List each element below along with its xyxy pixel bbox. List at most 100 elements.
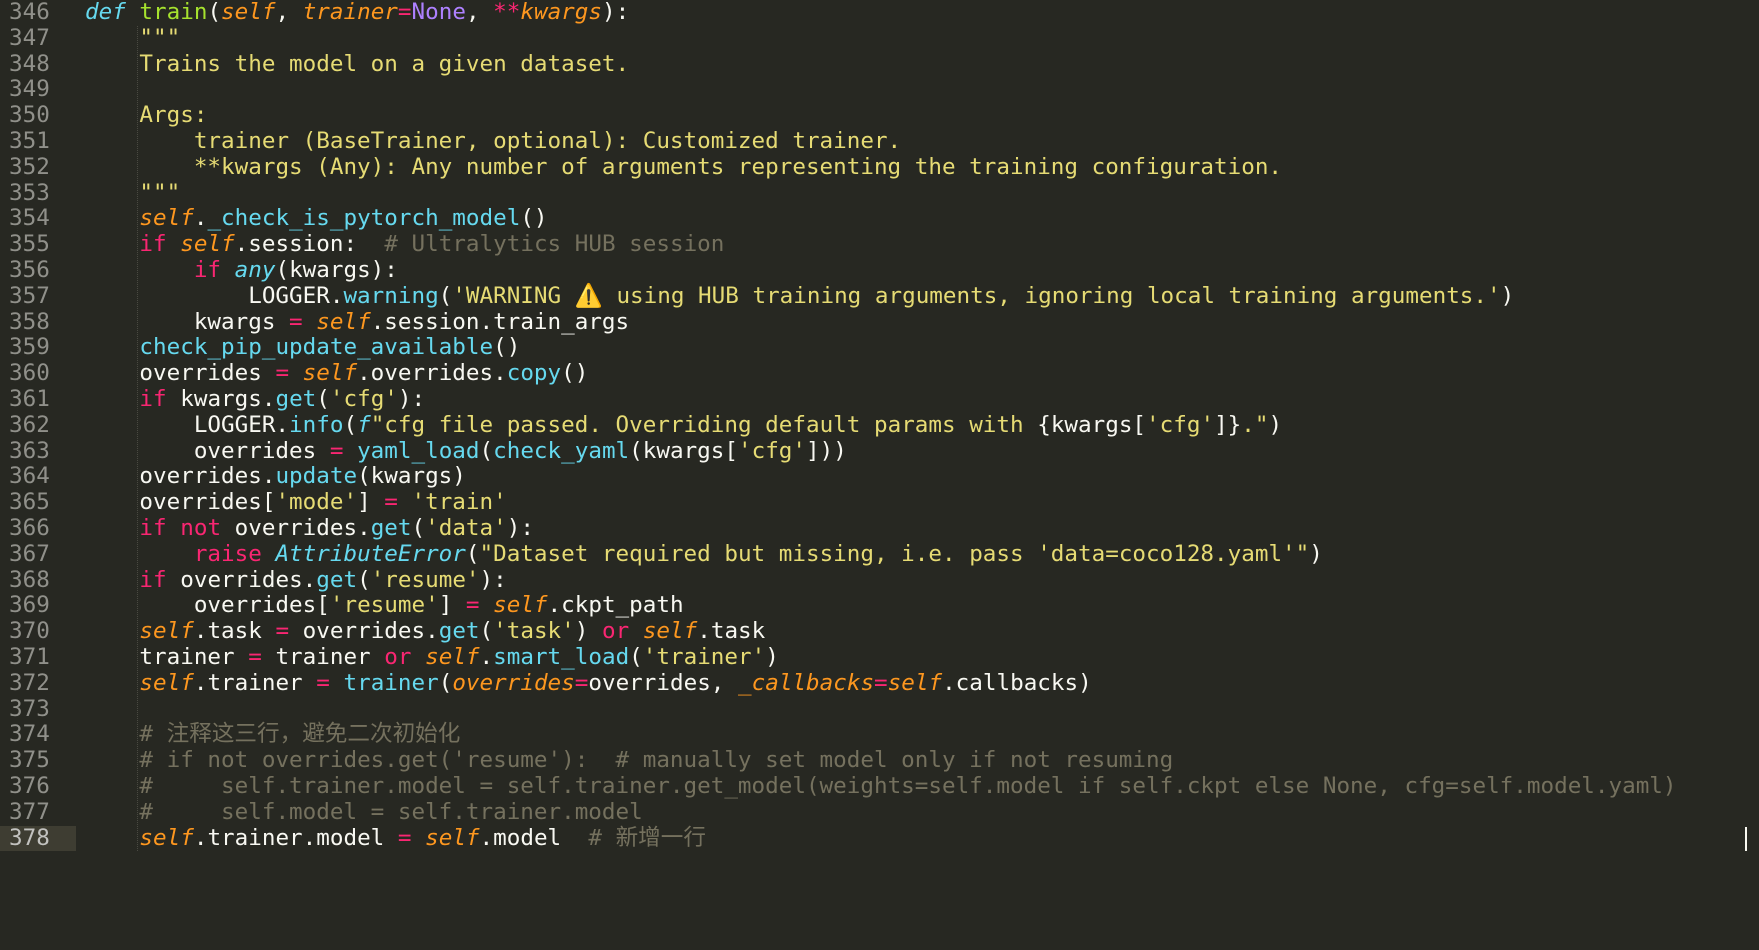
code-line[interactable] bbox=[85, 697, 1759, 723]
code-line[interactable]: trainer (BaseTrainer, optional): Customi… bbox=[85, 128, 1759, 155]
code-line[interactable]: if self.session: # Ultralytics HUB sessi… bbox=[85, 231, 1759, 258]
code-line[interactable]: overrides = yaml_load(check_yaml(kwargs[… bbox=[85, 437, 1759, 465]
code-token: . bbox=[479, 644, 494, 670]
code-token: trainer (BaseTrainer, optional): Customi… bbox=[193, 128, 902, 154]
code-line[interactable]: **kwargs (Any): Any number of arguments … bbox=[85, 154, 1759, 181]
code-token: # self.model = self.trainer.model bbox=[139, 798, 643, 825]
code-token: LOGGER. bbox=[85, 282, 344, 309]
line-number: 375 bbox=[9, 747, 50, 774]
code-line[interactable] bbox=[85, 77, 1759, 103]
code-line[interactable]: # 注释这三行，避免二次初始化 bbox=[85, 721, 1759, 748]
code-token: """ bbox=[139, 179, 181, 206]
code-token: .ckpt_path bbox=[547, 592, 684, 619]
code-line[interactable]: Args: bbox=[85, 102, 1759, 129]
code-token: overrides bbox=[85, 360, 276, 387]
code-text-area[interactable]: def train(self, trainer=None, **kwargs):… bbox=[85, 0, 1759, 950]
code-line[interactable]: LOGGER.warning('WARNING ⚠️ using HUB tra… bbox=[85, 282, 1759, 310]
line-number: 371 bbox=[9, 644, 50, 670]
code-token: check_pip_update_available bbox=[139, 334, 494, 361]
code-token: 'cfg' bbox=[1146, 411, 1215, 438]
code-token: check_yaml bbox=[493, 437, 630, 464]
code-token: # self.trainer.model = self.trainer.get_… bbox=[139, 773, 1677, 799]
code-token: (kwargs) bbox=[357, 463, 466, 490]
code-token: get bbox=[316, 566, 358, 593]
line-number: 353 bbox=[9, 179, 50, 206]
code-token: .overrides. bbox=[357, 360, 507, 387]
line-number: 347 bbox=[9, 24, 50, 51]
code-line[interactable]: overrides['resume'] = self.ckpt_path bbox=[85, 592, 1759, 619]
code-line[interactable]: # self.trainer.model = self.trainer.get_… bbox=[85, 773, 1759, 800]
code-token: if bbox=[139, 566, 167, 593]
code-token: copy bbox=[506, 360, 562, 387]
code-token: 'resume' bbox=[370, 566, 480, 593]
code-line[interactable]: """ bbox=[85, 25, 1759, 52]
code-token: ( bbox=[343, 411, 358, 438]
line-number-gutter[interactable]: 346 347 348 349 350 351 352 353 354 355 356 357 358 3… bbox=[0, 0, 76, 950]
line-number: 361 bbox=[9, 386, 50, 412]
code-line[interactable]: self._check_is_pytorch_model() bbox=[85, 205, 1759, 232]
code-line[interactable]: """ bbox=[85, 179, 1759, 207]
code-token: (kwargs[ bbox=[629, 437, 738, 464]
code-line[interactable]: # if not overrides.get('resume'): # manu… bbox=[85, 747, 1759, 774]
code-token: yaml_load bbox=[357, 437, 480, 464]
code-token: self bbox=[139, 669, 194, 696]
code-line[interactable]: if any(kwargs): bbox=[85, 257, 1759, 284]
code-token: ) bbox=[574, 618, 602, 645]
code-line[interactable]: self.trainer.model = self.model # 新增一行 bbox=[85, 824, 1759, 852]
code-line[interactable]: overrides = self.overrides.copy() bbox=[85, 360, 1759, 387]
code-token: 'cfg' bbox=[329, 386, 398, 412]
code-token: if bbox=[193, 257, 222, 283]
code-token: ]} bbox=[1214, 411, 1242, 438]
code-token: trainer bbox=[261, 644, 385, 670]
code-token: = bbox=[465, 592, 480, 619]
code-line[interactable]: LOGGER.info(f"cfg file passed. Overridin… bbox=[85, 411, 1759, 439]
code-line[interactable]: check_pip_update_available() bbox=[85, 334, 1759, 361]
code-line[interactable]: overrides['mode'] = 'train' bbox=[85, 489, 1759, 516]
code-token: = bbox=[574, 669, 589, 696]
code-line[interactable]: def train(self, trainer=None, **kwargs): bbox=[85, 0, 1759, 26]
code-token: ) bbox=[765, 644, 779, 670]
text-cursor bbox=[1745, 826, 1747, 851]
code-token: _callbacks bbox=[738, 669, 875, 696]
code-line[interactable]: overrides.update(kwargs) bbox=[85, 463, 1759, 490]
code-token: AttributeError bbox=[275, 540, 466, 567]
code-token: self bbox=[425, 824, 480, 851]
code-line[interactable]: self.task = overrides.get('task') or sel… bbox=[85, 618, 1759, 645]
code-token: ." bbox=[1241, 411, 1269, 438]
code-line[interactable]: trainer = trainer or self.smart_load('tr… bbox=[85, 644, 1759, 671]
code-token: ** bbox=[493, 0, 521, 25]
line-number: 378 bbox=[0, 825, 76, 852]
code-token: or bbox=[384, 644, 412, 670]
code-line[interactable]: if overrides.get('resume'): bbox=[85, 566, 1759, 594]
code-token: def bbox=[85, 0, 126, 25]
code-token: .callbacks) bbox=[942, 669, 1092, 696]
code-line[interactable]: # self.model = self.trainer.model bbox=[85, 798, 1759, 826]
code-line[interactable]: if not overrides.get('data'): bbox=[85, 515, 1759, 542]
code-token: self bbox=[139, 205, 194, 232]
code-line[interactable]: Trains the model on a given dataset. bbox=[85, 50, 1759, 78]
code-token: .task bbox=[697, 618, 766, 645]
code-token: 'train' bbox=[411, 489, 507, 516]
line-number: 373 bbox=[9, 695, 50, 722]
code-line[interactable]: kwargs = self.session.train_args bbox=[85, 309, 1759, 336]
code-line[interactable]: if kwargs.get('cfg'): bbox=[85, 386, 1759, 413]
code-token: self bbox=[139, 618, 194, 645]
code-token: "Dataset required but missing, i.e. pass… bbox=[479, 540, 1310, 567]
code-token: get bbox=[370, 515, 412, 541]
code-editor[interactable]: 346 347 348 349 350 351 352 353 354 355 356 357 358 3… bbox=[0, 0, 1759, 950]
line-number: 354 bbox=[9, 205, 50, 232]
code-line[interactable]: raise AttributeError("Dataset required b… bbox=[85, 540, 1759, 568]
code-line[interactable]: self.trainer = trainer(overrides=overrid… bbox=[85, 669, 1759, 697]
code-token: overrides, bbox=[588, 669, 739, 696]
code-token: Trains the model on a given dataset. bbox=[139, 50, 630, 77]
